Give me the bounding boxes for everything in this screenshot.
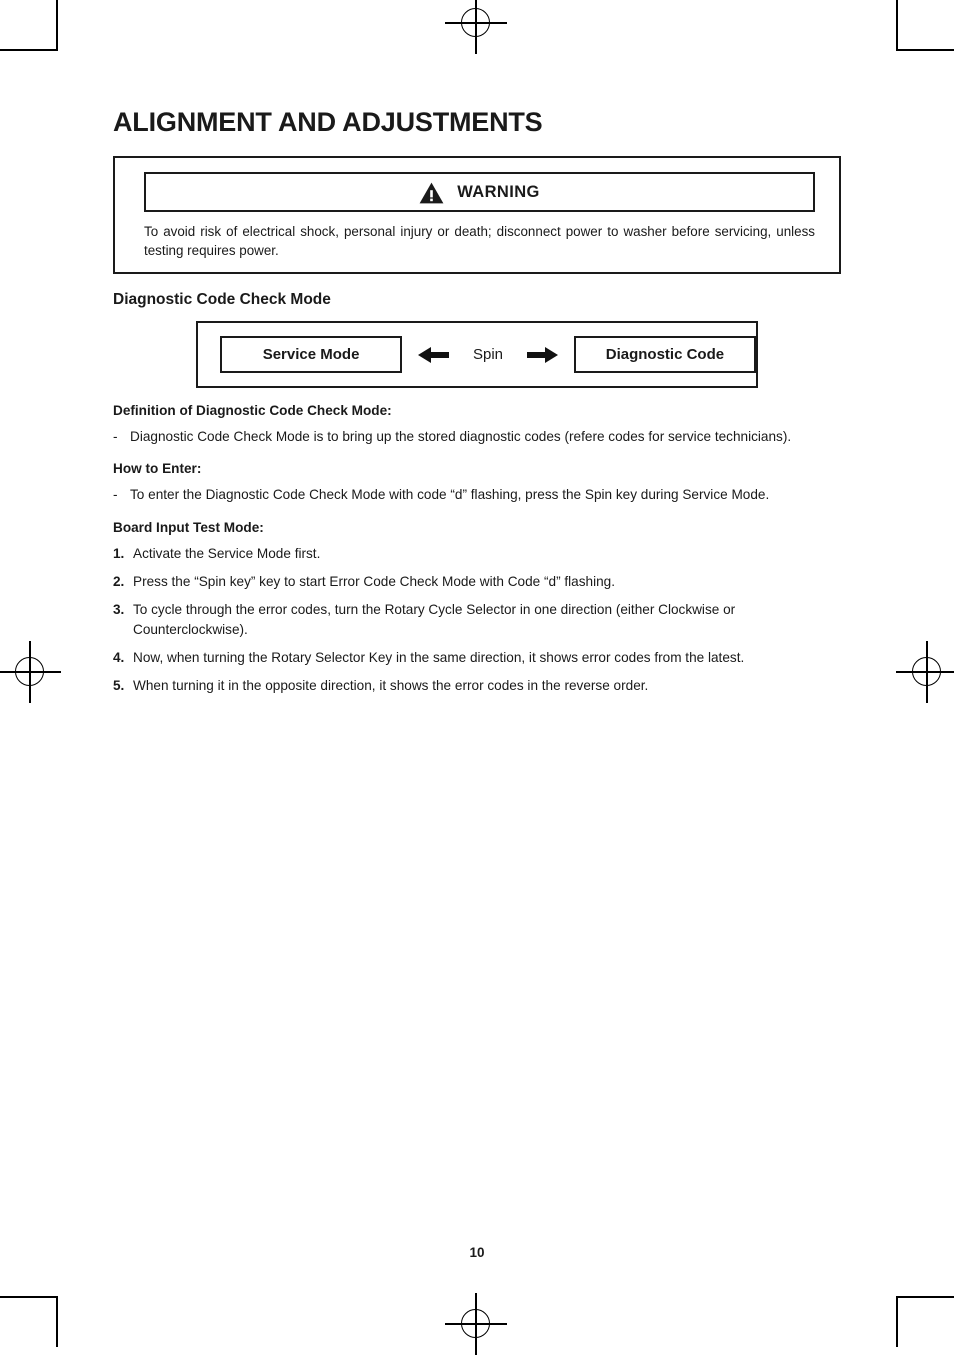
list-marker: - [113, 429, 118, 445]
page-title: ALIGNMENT AND ADJUSTMENTS [113, 107, 543, 137]
flow-diagram-wrapper: Service Mode Spin Diagnostic Code [113, 321, 841, 389]
registration-circle [912, 657, 941, 686]
crop-mark-top-left [0, 0, 58, 51]
list-item: 5. When turning it in the opposite direc… [113, 676, 841, 695]
crop-mark-bottom-left [0, 1296, 58, 1347]
crop-mark-top-right [896, 0, 954, 51]
list-item: - Diagnostic Code Check Mode is to bring… [113, 427, 841, 446]
registration-circle [15, 657, 44, 686]
warning-text: To avoid risk of electrical shock, perso… [144, 224, 815, 259]
list-text: To cycle through the error codes, turn t… [133, 602, 736, 637]
section-heading-diagnostic-code-check-mode: Diagnostic Code Check Mode [113, 291, 331, 309]
list-text: Press the “Spin key” key to start Error … [133, 573, 616, 589]
arrow-left-icon [416, 345, 458, 365]
registration-circle [461, 1309, 490, 1338]
list-item: 2. Press the “Spin key” key to start Err… [113, 572, 841, 591]
warning-label: WARNING [457, 182, 540, 201]
list-text: To enter the Diagnostic Code Check Mode … [130, 487, 770, 503]
list-marker: - [113, 487, 118, 503]
list-text: Activate the Service Mode first. [133, 545, 321, 561]
flow-box-service-mode: Service Mode [220, 336, 403, 374]
subheading-board-input-test-mode: Board Input Test Mode: [113, 519, 264, 535]
list-marker: 4. [113, 649, 125, 665]
subheading-how-to-enter: How to Enter: [113, 461, 202, 477]
list-text: When turning it in the opposite directio… [133, 678, 649, 694]
warning-header: WARNING [144, 172, 815, 212]
flow-box-diagnostic-code: Diagnostic Code [573, 336, 756, 374]
page-number: 10 [469, 1245, 485, 1260]
list-item: 4. Now, when turning the Rotary Selector… [113, 648, 841, 667]
warning-callout: WARNING To avoid risk of electrical shoc… [113, 156, 841, 275]
list-marker: 5. [113, 678, 125, 694]
flow-label-spin: Spin [472, 346, 504, 364]
list-item: 1. Activate the Service Mode first. [113, 544, 841, 563]
list-text: Now, when turning the Rotary Selector Ke… [133, 649, 745, 665]
list-marker: 1. [113, 545, 125, 561]
page-content: ALIGNMENT AND ADJUSTMENTS WARNING To avo… [113, 0, 841, 695]
list-marker: 3. [113, 602, 125, 618]
arrow-right-icon [518, 345, 560, 365]
list-item: - To enter the Diagnostic Code Check Mod… [113, 485, 841, 504]
registration-mark-left-middle [0, 641, 61, 703]
registration-mark-right-middle [896, 641, 954, 703]
warning-triangle-icon [419, 182, 444, 204]
crop-mark-bottom-right [896, 1296, 954, 1347]
list-marker: 2. [113, 573, 125, 589]
subheading-definition: Definition of Diagnostic Code Check Mode… [113, 403, 392, 419]
list-item: 3. To cycle through the error codes, tur… [113, 600, 841, 639]
registration-mark-bottom-center [445, 1293, 507, 1355]
flow-diagram: Service Mode Spin Diagnostic Code [196, 321, 758, 389]
list-text: Diagnostic Code Check Mode is to bring u… [130, 429, 792, 445]
